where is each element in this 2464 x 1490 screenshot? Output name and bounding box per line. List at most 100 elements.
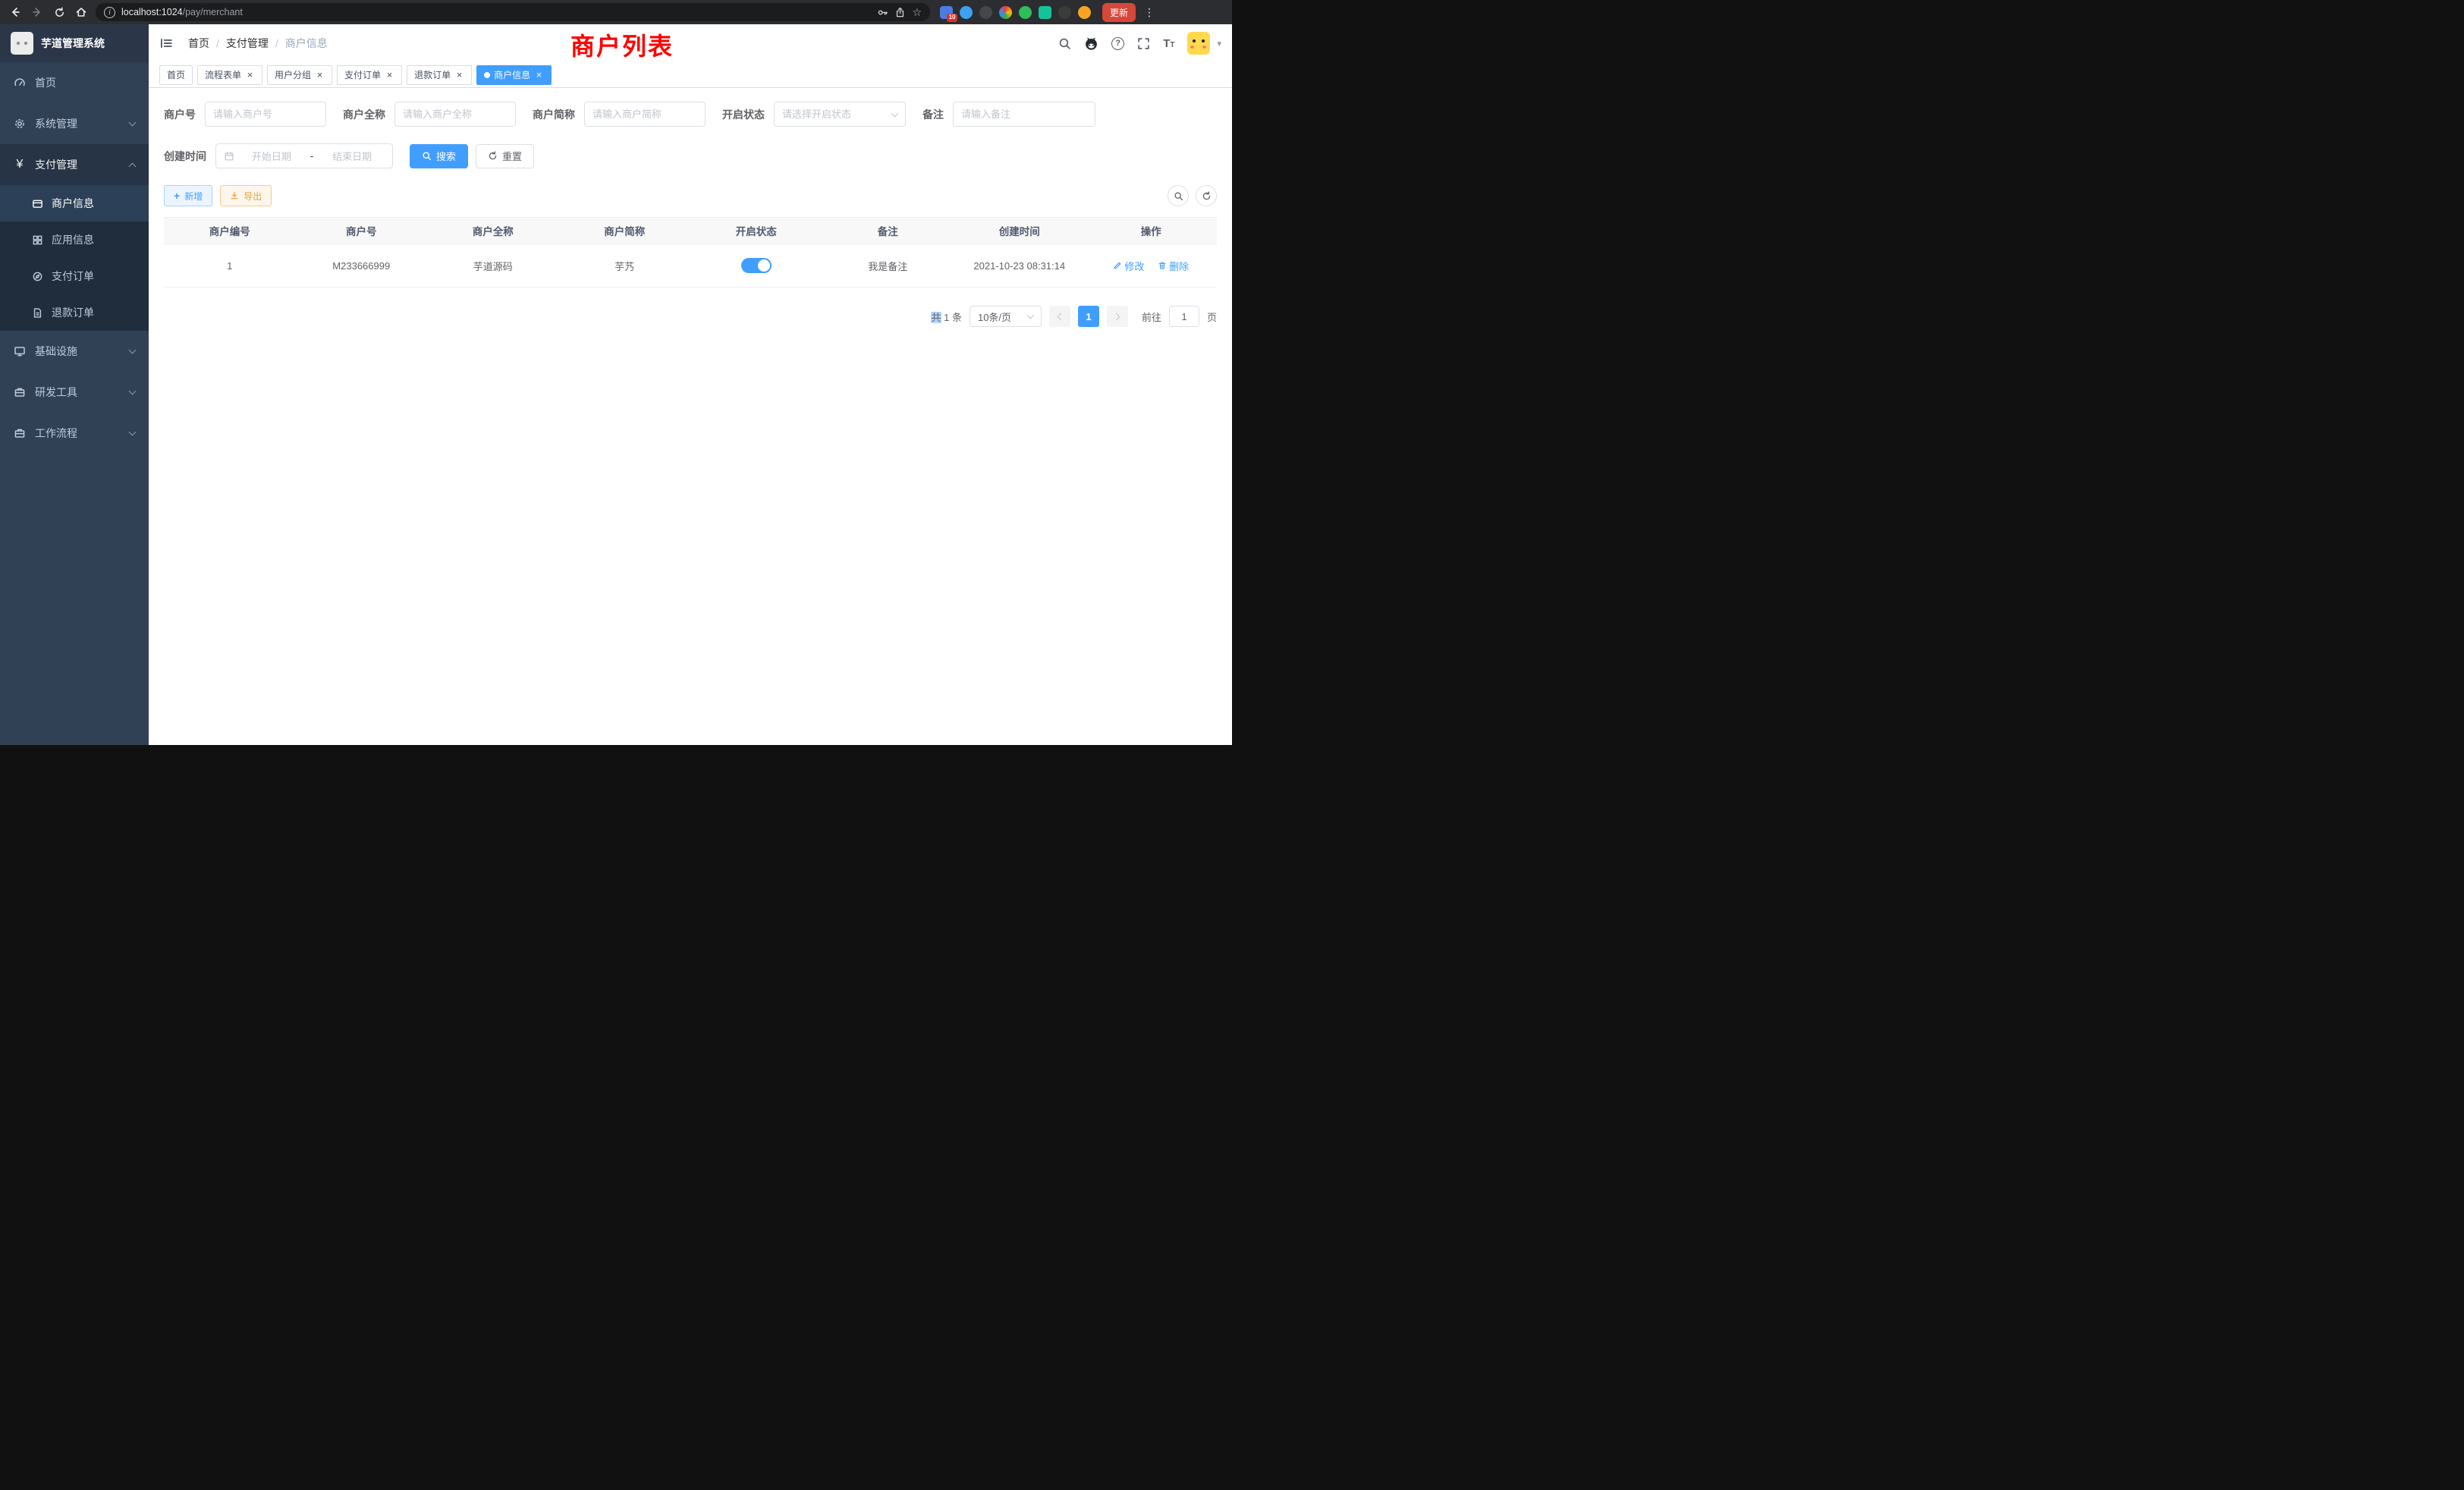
edit-link[interactable]: 修改 <box>1113 259 1144 273</box>
document-icon <box>32 307 43 319</box>
prev-page-button[interactable] <box>1049 306 1070 327</box>
tab-home[interactable]: 首页 <box>159 65 193 85</box>
edit-link-label: 修改 <box>1124 259 1144 273</box>
extension-icon-1[interactable]: 10 <box>940 6 953 19</box>
gear-icon <box>14 118 26 130</box>
browser-menu-icon[interactable]: ⋮ <box>1144 6 1155 19</box>
tab-pay-orders[interactable]: 支付订单× <box>337 65 402 85</box>
browser-toolbar: i localhost:1024/pay/merchant ☆ 10 更新 ⋮ <box>0 0 1232 24</box>
next-page-button[interactable] <box>1107 306 1128 327</box>
tab-refund-orders[interactable]: 退款订单× <box>407 65 472 85</box>
avatar-caret-icon[interactable]: ▾ <box>1217 39 1221 49</box>
page-number-1[interactable]: 1 <box>1078 306 1099 327</box>
payment-submenu: 商户信息 应用信息 支付订单 退款订单 <box>0 185 149 331</box>
chevron-down-icon <box>129 388 137 395</box>
avatar[interactable] <box>1187 32 1210 55</box>
sidebar-item-dev-tools[interactable]: 研发工具 <box>0 372 149 413</box>
navbar-actions: ? TT ▾ <box>1058 32 1221 55</box>
breadcrumb-home[interactable]: 首页 <box>188 36 209 51</box>
add-button-label: 新增 <box>184 190 203 203</box>
date-start-placeholder[interactable]: 开始日期 <box>239 149 304 163</box>
breadcrumb-payment[interactable]: 支付管理 <box>226 36 269 51</box>
close-icon[interactable]: × <box>534 70 544 80</box>
help-icon[interactable]: ? <box>1111 37 1124 50</box>
sidebar-item-payment[interactable]: ¥ 支付管理 <box>0 144 149 185</box>
total-count: 1 条 <box>944 312 962 323</box>
home-icon[interactable] <box>74 5 89 20</box>
close-icon[interactable]: × <box>385 70 394 80</box>
search-button[interactable]: 搜索 <box>410 144 468 168</box>
date-range-picker[interactable]: 开始日期 - 结束日期 <box>215 143 393 168</box>
address-bar[interactable]: i localhost:1024/pay/merchant ☆ <box>96 3 930 21</box>
grid-icon <box>32 234 43 246</box>
back-icon[interactable] <box>8 5 23 20</box>
sidebar-item-system[interactable]: 系统管理 <box>0 103 149 144</box>
filter-row-1: 商户号 商户全称 商户简称 开启状态 <box>164 102 1217 127</box>
sidebar-item-home[interactable]: 首页 <box>0 62 149 103</box>
export-button[interactable]: 导出 <box>220 185 272 206</box>
sidebar-item-label: 退款订单 <box>52 305 94 320</box>
extension-icon-4[interactable] <box>999 6 1012 19</box>
extension-icon-5[interactable] <box>1019 6 1032 19</box>
extension-badge: 10 <box>947 14 957 22</box>
remark-input[interactable] <box>961 108 1087 120</box>
extension-icon-3[interactable] <box>979 6 992 19</box>
sidebar-item-workflow[interactable]: 工作流程 <box>0 413 149 454</box>
pagination: 共 1 条 1 前往 页 <box>164 306 1217 327</box>
extension-icon-6[interactable] <box>1039 6 1051 19</box>
toolbar: + 新增 导出 <box>164 185 1217 206</box>
github-icon[interactable] <box>1084 36 1098 51</box>
sidebar-item-label: 支付订单 <box>52 269 94 284</box>
add-button[interactable]: + 新增 <box>164 185 212 206</box>
tab-process-form[interactable]: 流程表单× <box>197 65 262 85</box>
extension-icon-7[interactable] <box>1058 6 1071 19</box>
field-label: 备注 <box>922 107 953 122</box>
sidebar-item-refund-orders[interactable]: 退款订单 <box>0 294 149 331</box>
font-size-icon[interactable]: TT <box>1163 38 1174 49</box>
toggle-search-icon[interactable] <box>1168 185 1189 206</box>
toolbar-right <box>1168 185 1217 206</box>
reload-icon[interactable] <box>52 5 67 20</box>
tab-merchant-info[interactable]: 商户信息× <box>476 65 552 85</box>
col-header: 开启状态 <box>690 218 822 244</box>
browser-update-button[interactable]: 更新 <box>1102 3 1136 22</box>
full-name-input[interactable] <box>403 108 508 120</box>
sidebar-item-app-info[interactable]: 应用信息 <box>0 222 149 258</box>
reset-button[interactable]: 重置 <box>476 144 534 168</box>
chevron-down-icon <box>129 119 137 127</box>
tab-user-group[interactable]: 用户分组× <box>267 65 332 85</box>
hamburger-icon[interactable] <box>159 36 173 50</box>
goto-page-input[interactable] <box>1169 306 1199 327</box>
extension-icon-2[interactable] <box>960 6 973 19</box>
fullscreen-icon[interactable] <box>1137 37 1150 50</box>
breadcrumb-current: 商户信息 <box>285 36 328 51</box>
page-size-select[interactable] <box>970 306 1042 327</box>
delete-link[interactable]: 删除 <box>1158 259 1189 273</box>
close-icon[interactable]: × <box>315 70 325 80</box>
sidebar-item-pay-orders[interactable]: 支付订单 <box>0 258 149 294</box>
sidebar-logo[interactable]: 芋道管理系统 <box>0 24 149 62</box>
merchant-no-input[interactable] <box>213 108 318 120</box>
extension-icon-8[interactable] <box>1078 6 1091 19</box>
sidebar-item-merchant-info[interactable]: 商户信息 <box>0 185 149 222</box>
search-icon[interactable] <box>1058 37 1071 50</box>
calendar-icon <box>224 151 234 162</box>
status-select-input[interactable] <box>782 108 888 120</box>
bookmark-star-icon[interactable]: ☆ <box>912 7 922 17</box>
status-toggle[interactable] <box>741 258 772 273</box>
close-icon[interactable]: × <box>454 70 464 80</box>
page-unit-label: 页 <box>1207 310 1217 324</box>
plus-icon: + <box>174 190 180 201</box>
forward-icon[interactable] <box>30 5 45 20</box>
close-icon[interactable]: × <box>245 70 255 80</box>
key-icon[interactable] <box>877 7 888 18</box>
date-end-placeholder[interactable]: 结束日期 <box>319 149 385 163</box>
status-select[interactable] <box>774 102 906 127</box>
share-icon[interactable] <box>894 7 906 18</box>
page-size-value[interactable] <box>978 311 1023 322</box>
short-name-input[interactable] <box>592 108 697 120</box>
site-info-icon[interactable]: i <box>104 7 115 18</box>
sidebar-item-infrastructure[interactable]: 基础设施 <box>0 331 149 372</box>
refresh-icon[interactable] <box>1196 185 1217 206</box>
merchant-table: 商户编号 商户号 商户全称 商户简称 开启状态 备注 创建时间 操作 1 <box>164 217 1217 288</box>
